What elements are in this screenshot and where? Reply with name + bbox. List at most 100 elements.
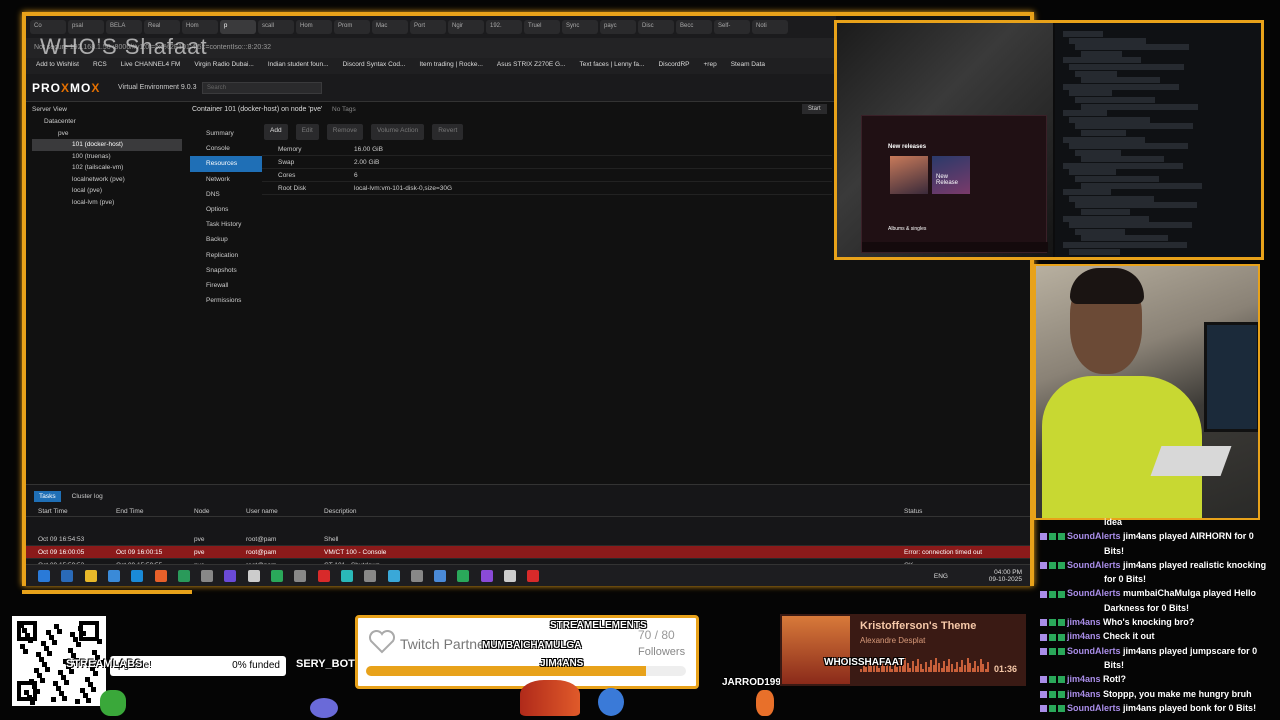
bookmark-item[interactable]: Indian student foun... bbox=[268, 61, 329, 71]
task-row[interactable]: Oct 09 16:00:05 Oct 09 16:00:15 pve root@pa… bbox=[26, 546, 1030, 559]
chat-username[interactable]: SoundAlerts bbox=[1067, 531, 1121, 541]
browser-tab[interactable]: Hom bbox=[296, 20, 332, 34]
browser-tab[interactable]: psal bbox=[68, 20, 104, 34]
lang-indicator[interactable]: ENG bbox=[934, 573, 948, 580]
bookmark-item[interactable]: Discord Syntax Cod... bbox=[343, 61, 406, 71]
volume-action-button[interactable]: Volume Action bbox=[371, 124, 425, 140]
music-player-bar[interactable] bbox=[862, 242, 1048, 252]
taskbar-app-icon[interactable] bbox=[271, 570, 283, 582]
tree-item[interactable]: local-lvm (pve) bbox=[32, 197, 182, 209]
col-status[interactable]: Status bbox=[904, 508, 922, 515]
bookmark-item[interactable]: Text faces | Lenny fa... bbox=[580, 61, 645, 71]
clock-date[interactable]: 09-10-2025 bbox=[989, 576, 1022, 583]
browser-tab[interactable]: Becc bbox=[676, 20, 712, 34]
bookmark-item[interactable]: Steam Data bbox=[731, 61, 765, 71]
col-description[interactable]: Description bbox=[324, 508, 357, 515]
tree-item[interactable]: localnetwork (pve) bbox=[32, 174, 182, 186]
taskbar-app-icon[interactable] bbox=[154, 570, 167, 582]
menu-item-permissions[interactable]: Permissions bbox=[190, 293, 262, 308]
col-node[interactable]: Node bbox=[194, 508, 210, 515]
bookmark-item[interactable]: +rep bbox=[704, 61, 717, 71]
browser-tab[interactable]: Truel bbox=[524, 20, 560, 34]
menu-item-task-history[interactable]: Task History bbox=[190, 217, 262, 232]
taskbar-app-icon[interactable] bbox=[224, 570, 237, 582]
browser-tab[interactable]: BELA bbox=[106, 20, 142, 34]
taskbar-app-icon[interactable] bbox=[434, 570, 447, 582]
taskbar-app-icon[interactable] bbox=[131, 570, 144, 582]
taskbar-app-icon[interactable] bbox=[107, 570, 120, 582]
taskbar-app-icon[interactable] bbox=[61, 570, 74, 582]
album-art-1[interactable] bbox=[890, 156, 928, 194]
system-tray[interactable]: ENG 04:00 PM 09-10-2025 bbox=[934, 569, 1022, 583]
task-row[interactable]: Oct 09 16:54:53 pve root@pam Shell bbox=[26, 533, 1030, 546]
tab-cluster-log[interactable]: Cluster log bbox=[67, 491, 108, 502]
tree-item[interactable]: 100 (truenas) bbox=[32, 151, 182, 163]
bookmark-item[interactable]: DiscordRP bbox=[658, 61, 689, 71]
tree-item[interactable]: pve bbox=[32, 128, 182, 140]
browser-tab[interactable]: Disc bbox=[638, 20, 674, 34]
browser-tab[interactable]: Hom bbox=[182, 20, 218, 34]
chat-username[interactable]: SoundAlerts bbox=[1067, 646, 1121, 656]
tab-tasks[interactable]: Tasks bbox=[34, 491, 61, 502]
browser-tab[interactable]: Self- bbox=[714, 20, 750, 34]
resource-row[interactable]: Root Disk local-lvm:vm-101-disk-0,size=30… bbox=[262, 182, 832, 195]
clock-time[interactable]: 04:00 PM bbox=[989, 569, 1022, 576]
tree-item[interactable]: Datacenter bbox=[32, 116, 182, 128]
taskbar-app-icon[interactable] bbox=[387, 570, 400, 582]
taskbar-app-icon[interactable] bbox=[177, 570, 190, 582]
taskbar-app-icon[interactable] bbox=[480, 570, 493, 582]
browser-tab[interactable]: Port bbox=[410, 20, 446, 34]
browser-tab[interactable]: payc bbox=[600, 20, 636, 34]
browser-tab[interactable]: Prom bbox=[334, 20, 370, 34]
resource-row[interactable]: Memory 16.00 GiB bbox=[262, 143, 832, 156]
chat-username[interactable]: SoundAlerts bbox=[1067, 703, 1121, 713]
bookmark-item[interactable]: Item trading | Rocke... bbox=[419, 61, 482, 71]
col-user-name[interactable]: User name bbox=[246, 508, 278, 515]
server-view-select[interactable]: Server View bbox=[32, 106, 67, 113]
search-input[interactable]: Search bbox=[202, 82, 322, 94]
chat-username[interactable]: SoundAlerts bbox=[1067, 560, 1121, 570]
chat-username[interactable]: SoundAlerts bbox=[1067, 588, 1121, 598]
menu-item-console[interactable]: Console bbox=[190, 141, 262, 156]
remove-button[interactable]: Remove bbox=[326, 124, 363, 140]
start-button[interactable]: Start bbox=[802, 104, 827, 114]
browser-tab[interactable]: Co bbox=[30, 20, 66, 34]
resource-row[interactable]: Swap 2.00 GiB bbox=[262, 156, 832, 169]
col-start-time[interactable]: Start Time bbox=[38, 508, 68, 515]
taskbar-app-icon[interactable] bbox=[364, 570, 377, 582]
taskbar-app-icon[interactable] bbox=[504, 570, 516, 582]
taskbar-app-icon[interactable] bbox=[410, 570, 423, 582]
menu-item-backup[interactable]: Backup bbox=[190, 232, 262, 247]
taskbar-app-icon[interactable] bbox=[527, 570, 540, 582]
browser-tab[interactable]: Real bbox=[144, 20, 180, 34]
taskbar-app-icon[interactable] bbox=[317, 570, 330, 582]
bookmark-item[interactable]: Virgin Radio Dubai... bbox=[194, 61, 254, 71]
bookmark-item[interactable]: Live CHANNEL4 FM bbox=[121, 61, 181, 71]
menu-item-replication[interactable]: Replication bbox=[190, 248, 262, 263]
menu-item-summary[interactable]: Summary bbox=[190, 126, 262, 141]
tree-item[interactable]: 101 (docker-host) bbox=[32, 139, 182, 151]
col-end-time[interactable]: End Time bbox=[116, 508, 143, 515]
menu-item-snapshots[interactable]: Snapshots bbox=[190, 263, 262, 278]
tree-item[interactable]: local (pve) bbox=[32, 185, 182, 197]
browser-tab[interactable]: Mac bbox=[372, 20, 408, 34]
taskbar-app-icon[interactable] bbox=[457, 570, 470, 582]
menu-item-options[interactable]: Options bbox=[190, 202, 262, 217]
taskbar-app-icon[interactable] bbox=[84, 570, 97, 582]
taskbar-app-icon[interactable] bbox=[340, 570, 353, 582]
browser-tab[interactable]: Ngir bbox=[448, 20, 484, 34]
browser-tab[interactable]: 192. bbox=[486, 20, 522, 34]
browser-tab[interactable]: Sync bbox=[562, 20, 598, 34]
browser-tab[interactable]: Noti bbox=[752, 20, 788, 34]
browser-tab[interactable]: p bbox=[220, 20, 256, 34]
chat-username[interactable]: jim4ans bbox=[1067, 689, 1101, 699]
chat-username[interactable]: jim4ans bbox=[1067, 674, 1101, 684]
album-art-2[interactable]: New Release bbox=[932, 156, 970, 194]
chat-username[interactable]: jim4ans bbox=[1067, 617, 1101, 627]
bookmark-item[interactable]: Add to Wishlist bbox=[36, 61, 79, 71]
tree-item[interactable]: 102 (tailscale-vm) bbox=[32, 162, 182, 174]
taskbar-app-icon[interactable] bbox=[38, 570, 50, 582]
taskbar-app-icon[interactable] bbox=[201, 570, 214, 582]
add-button[interactable]: Add bbox=[264, 124, 288, 140]
bookmark-item[interactable]: Asus STRIX Z270E G... bbox=[497, 61, 566, 71]
